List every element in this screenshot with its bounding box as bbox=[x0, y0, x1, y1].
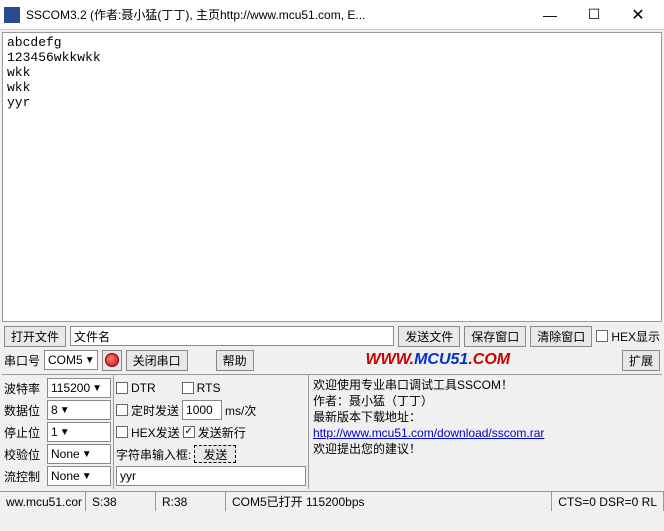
status-sent: S:38 bbox=[86, 492, 156, 511]
window-title: SSCOM3.2 (作者:聂小猛(丁丁), 主页http://www.mcu51… bbox=[26, 6, 528, 23]
options-panel: DTR RTS 定时发送 ms/次 HEX发送 ✓发送新行 字符串输入框: 发送 bbox=[114, 375, 309, 489]
parity-select[interactable]: None▼ bbox=[47, 444, 111, 464]
info-line: 作者：聂小猛（丁丁） bbox=[313, 393, 658, 409]
close-port-button[interactable]: 关闭串口 bbox=[126, 350, 188, 371]
terminal-output[interactable]: abcdefg 123456wkkwkk wkk wkk yyr bbox=[2, 32, 662, 322]
record-button[interactable] bbox=[102, 350, 122, 371]
save-window-button[interactable]: 保存窗口 bbox=[464, 326, 526, 347]
help-button[interactable]: 帮助 bbox=[216, 350, 254, 371]
stopbits-label: 停止位 bbox=[4, 424, 44, 441]
port-select[interactable]: COM5 ▼ bbox=[44, 350, 98, 370]
chevron-down-icon: ▼ bbox=[82, 449, 92, 460]
download-link[interactable]: http://www.mcu51.com/download/sscom.rar bbox=[313, 426, 544, 440]
stopbits-select[interactable]: 1▼ bbox=[47, 422, 111, 442]
expand-button[interactable]: 扩展 bbox=[622, 350, 660, 371]
port-value: COM5 bbox=[48, 353, 83, 367]
input-box-label: 字符串输入框: bbox=[116, 446, 191, 463]
clear-window-button[interactable]: 清除窗口 bbox=[530, 326, 592, 347]
send-newline-checkbox[interactable]: ✓发送新行 bbox=[183, 424, 246, 441]
flow-select[interactable]: None▼ bbox=[47, 466, 111, 486]
file-row: 打开文件 发送文件 保存窗口 清除窗口 HEX显示 bbox=[0, 324, 664, 348]
port-row: 串口号 COM5 ▼ 关闭串口 帮助 WWW.MCU51.COM 扩展 bbox=[0, 348, 664, 372]
chevron-down-icon: ▼ bbox=[85, 355, 95, 366]
bottom-panel: 波特率 115200▼ 数据位 8▼ 停止位 1▼ 校验位 None▼ 流控制 … bbox=[2, 374, 662, 489]
status-url: ww.mcu51.cor bbox=[0, 492, 86, 511]
titlebar: SSCOM3.2 (作者:聂小猛(丁丁), 主页http://www.mcu51… bbox=[0, 0, 664, 30]
rts-checkbox[interactable]: RTS bbox=[182, 381, 221, 395]
parity-label: 校验位 bbox=[4, 446, 44, 463]
status-flags: CTS=0 DSR=0 RL bbox=[552, 492, 664, 511]
close-button[interactable]: ✕ bbox=[616, 1, 660, 29]
hex-display-checkbox[interactable]: HEX显示 bbox=[596, 328, 660, 345]
dtr-checkbox[interactable]: DTR bbox=[116, 381, 156, 395]
info-line: 最新版本下载地址： bbox=[313, 409, 658, 425]
hex-send-checkbox[interactable]: HEX发送 bbox=[116, 424, 180, 441]
baud-label: 波特率 bbox=[4, 380, 44, 397]
checkbox-icon bbox=[596, 330, 608, 342]
info-panel: 欢迎使用专业串口调试工具SSCOM！ 作者：聂小猛（丁丁） 最新版本下载地址： … bbox=[309, 375, 662, 489]
timed-send-checkbox[interactable]: 定时发送 bbox=[116, 402, 179, 419]
website-link[interactable]: WWW.MCU51.COM bbox=[366, 351, 511, 369]
send-file-button[interactable]: 发送文件 bbox=[398, 326, 460, 347]
maximize-button[interactable]: ☐ bbox=[572, 1, 616, 29]
chevron-down-icon: ▼ bbox=[60, 405, 70, 416]
app-icon bbox=[4, 7, 20, 23]
interval-unit: ms/次 bbox=[225, 402, 265, 419]
chevron-down-icon: ▼ bbox=[92, 383, 102, 394]
send-button[interactable]: 发送 bbox=[194, 445, 236, 463]
chevron-down-icon: ▼ bbox=[82, 471, 92, 482]
interval-input[interactable] bbox=[182, 400, 222, 420]
databits-select[interactable]: 8▼ bbox=[47, 400, 111, 420]
open-file-button[interactable]: 打开文件 bbox=[4, 326, 66, 347]
status-bar: ww.mcu51.cor S:38 R:38 COM5已打开 115200bps… bbox=[0, 491, 664, 511]
record-icon bbox=[105, 353, 119, 367]
flow-label: 流控制 bbox=[4, 468, 44, 485]
info-line: 欢迎提出您的建议！ bbox=[313, 441, 658, 457]
checkbox-checked-icon: ✓ bbox=[183, 426, 195, 438]
chevron-down-icon: ▼ bbox=[60, 427, 70, 438]
baud-select[interactable]: 115200▼ bbox=[47, 378, 111, 398]
send-input[interactable] bbox=[116, 466, 306, 486]
minimize-button[interactable]: — bbox=[528, 1, 572, 29]
info-line: 欢迎使用专业串口调试工具SSCOM！ bbox=[313, 377, 658, 393]
hex-display-label: HEX显示 bbox=[611, 328, 660, 345]
filename-input[interactable] bbox=[70, 326, 394, 346]
status-port: COM5已打开 115200bps bbox=[226, 492, 552, 511]
databits-label: 数据位 bbox=[4, 402, 44, 419]
status-recv: R:38 bbox=[156, 492, 226, 511]
config-panel: 波特率 115200▼ 数据位 8▼ 停止位 1▼ 校验位 None▼ 流控制 … bbox=[2, 375, 114, 489]
port-label: 串口号 bbox=[4, 352, 40, 369]
